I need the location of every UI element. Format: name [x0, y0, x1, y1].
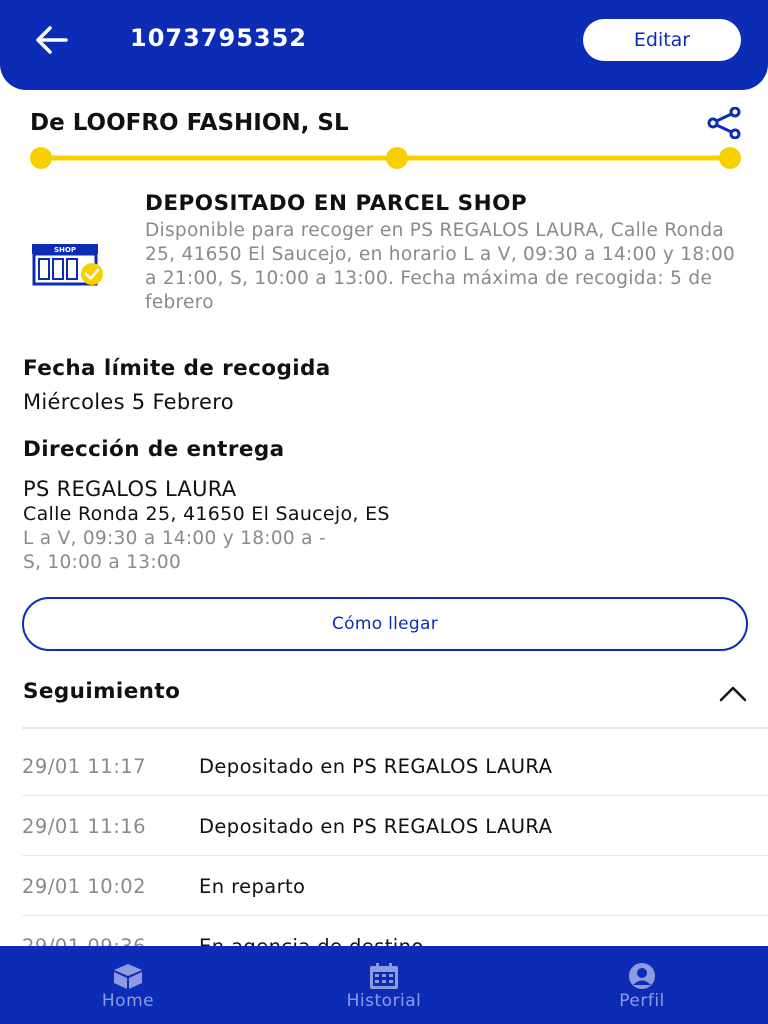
- share-button[interactable]: [706, 106, 742, 140]
- chevron-up-icon: [719, 686, 747, 702]
- shop-icon-label: SHOP: [54, 246, 76, 254]
- progress-step-2: [386, 147, 408, 169]
- delivery-address-street: Calle Ronda 25, 41650 El Saucejo, ES: [23, 503, 390, 525]
- tracking-event-row: 29/01 10:02 En reparto: [22, 856, 768, 916]
- shipment-progress-bar: [30, 147, 741, 169]
- nav-history-label: Historial: [346, 991, 422, 1011]
- nav-home-label: Home: [101, 991, 155, 1011]
- tracking-event-text: En reparto: [199, 875, 306, 898]
- bottom-navigation: Home Historial Perfil: [0, 946, 768, 1024]
- delivery-address-label: Dirección de entrega: [23, 437, 285, 462]
- tracking-event-text: Depositado en PS REGALOS LAURA: [199, 815, 553, 838]
- tracking-event-time: 29/01 11:17: [22, 755, 147, 778]
- tracking-event-time: 29/01 10:02: [22, 875, 147, 898]
- calendar-icon: [370, 963, 398, 989]
- tracking-event-list: 29/01 11:17 Depositado en PS REGALOS LAU…: [0, 736, 768, 976]
- tracking-event-row: 29/01 11:17 Depositado en PS REGALOS LAU…: [22, 736, 768, 796]
- tracking-number: 1073795352: [130, 24, 307, 52]
- share-icon: [707, 106, 741, 140]
- pickup-deadline-value: Miércoles 5 Febrero: [23, 390, 234, 414]
- hours-line-1: L a V, 09:30 a 14:00 y 18:00 a -: [23, 528, 326, 549]
- delivery-address-hours: L a V, 09:30 a 14:00 y 18:00 a - S, 10:0…: [23, 527, 326, 575]
- parcel-shop-icon: SHOP: [32, 244, 103, 286]
- directions-button[interactable]: Cómo llegar: [22, 597, 748, 651]
- delivery-address-name: PS REGALOS LAURA: [23, 477, 237, 501]
- user-icon: [629, 963, 655, 989]
- app-header: 1073795352 Editar: [0, 0, 768, 90]
- back-arrow-icon: [36, 26, 68, 54]
- pickup-deadline-label: Fecha límite de recogida: [23, 356, 331, 381]
- tracking-divider: [22, 727, 768, 729]
- hours-line-2: S, 10:00 a 13:00: [23, 552, 182, 573]
- tracking-event-time: 29/01 11:16: [22, 815, 147, 838]
- edit-button[interactable]: Editar: [583, 19, 741, 61]
- tracking-title: Seguimiento: [23, 679, 181, 704]
- progress-step-1: [30, 147, 52, 169]
- status-description: Disponible para recoger en PS REGALOS LA…: [145, 220, 736, 313]
- nav-home[interactable]: Home: [88, 946, 168, 1024]
- box-icon: [114, 964, 142, 989]
- status-title: DEPOSITADO EN PARCEL SHOP: [145, 191, 528, 216]
- nav-history[interactable]: Historial: [334, 946, 434, 1024]
- tracking-event-row: 29/01 11:16 Depositado en PS REGALOS LAU…: [22, 796, 768, 856]
- tracking-event-text: Depositado en PS REGALOS LAURA: [199, 755, 553, 778]
- nav-profile-label: Perfil: [619, 991, 665, 1011]
- sender-name: De LOOFRO FASHION, SL: [30, 110, 349, 136]
- progress-step-3: [719, 147, 741, 169]
- tracking-section-toggle[interactable]: Seguimiento: [0, 668, 768, 728]
- back-button[interactable]: [32, 22, 72, 58]
- nav-profile[interactable]: Perfil: [602, 946, 682, 1024]
